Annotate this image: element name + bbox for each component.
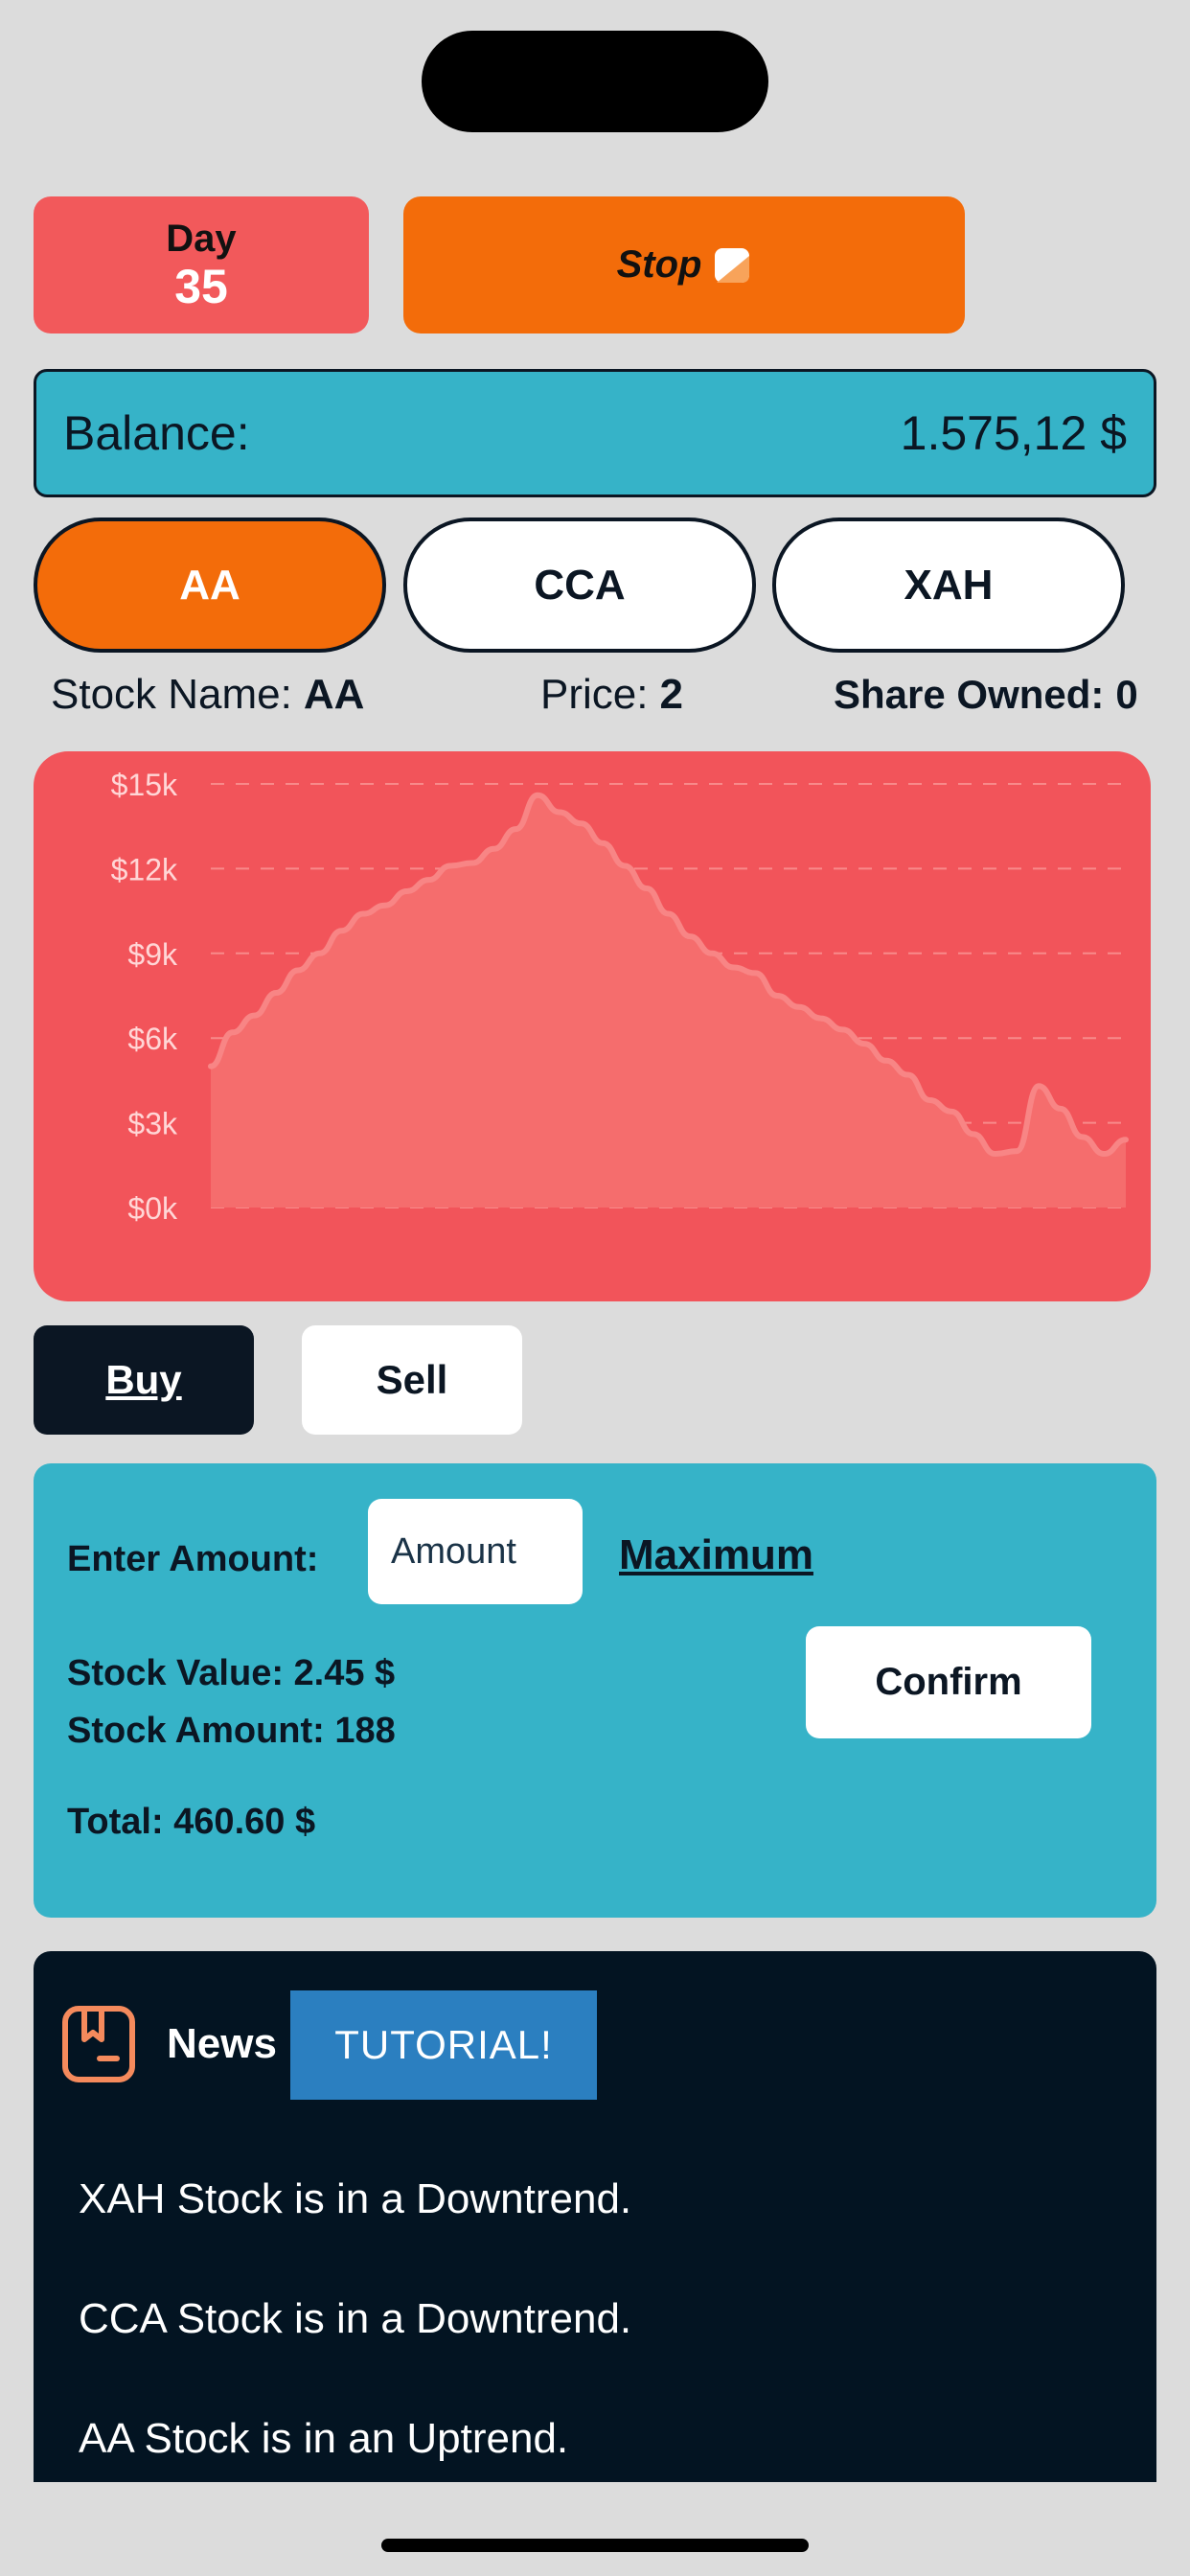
news-title: News [167,2020,277,2067]
shares-owned-info: Share Owned: 0 [834,666,1138,724]
y-tick-label: $15k [111,768,178,802]
stock-value-text: Stock Value: 2.45 $ [67,1653,396,1693]
buy-button[interactable]: Buy [34,1325,254,1435]
stock-name-label: Stock Name: [51,671,292,718]
y-tick-label: $0k [127,1191,178,1226]
sell-button[interactable]: Sell [302,1325,522,1435]
tab-aa[interactable]: AA [34,518,386,653]
amount-input[interactable] [368,1499,583,1604]
news-item: AA Stock is in an Uptrend. [79,2415,569,2462]
stock-amount-text: Stock Amount: 188 [67,1711,396,1751]
tab-xah[interactable]: XAH [772,518,1125,653]
news-item: CCA Stock is in a Downtrend. [79,2295,632,2342]
stock-name-value: AA [303,671,365,718]
stop-label: Stop [616,243,702,286]
stock-name-info: Stock Name: AA [51,666,364,724]
y-tick-label: $12k [111,852,178,886]
stop-icon [715,247,750,283]
price-chart: $15k $12k $9k $6k $3k $0k [34,751,1151,1301]
balance-label: Balance: [63,406,250,460]
day-label: Day [166,217,237,260]
day-value: 35 [174,259,228,313]
price-value: 2 [659,671,683,718]
chart-area [211,794,1126,1208]
balance-value: 1.575,12 $ [900,406,1127,460]
shares-owned-label: Share Owned: [834,672,1105,717]
news-book-icon [62,2006,135,2082]
y-tick-label: $3k [127,1107,178,1141]
confirm-button[interactable]: Confirm [806,1626,1091,1738]
home-indicator [381,2539,809,2552]
price-info: Price: 2 [540,666,683,724]
stop-button[interactable]: Stop [403,196,965,334]
total-text: Total: 460.60 $ [67,1802,316,1842]
tab-cca[interactable]: CCA [403,518,756,653]
day-counter: Day 35 [34,196,369,334]
dynamic-island [422,31,768,132]
maximum-link[interactable]: Maximum [619,1531,813,1579]
tutorial-button[interactable]: TUTORIAL! [290,1990,597,2100]
y-tick-label: $9k [127,937,178,972]
enter-amount-label: Enter Amount: [67,1539,319,1579]
balance-bar: Balance: 1.575,12 $ [34,369,1156,497]
shares-owned-value: 0 [1115,672,1138,717]
y-tick-label: $6k [127,1022,178,1056]
price-chart-svg: $15k $12k $9k $6k $3k $0k [111,768,1129,1226]
news-item: XAH Stock is in a Downtrend. [79,2175,632,2222]
price-label: Price: [540,671,649,718]
